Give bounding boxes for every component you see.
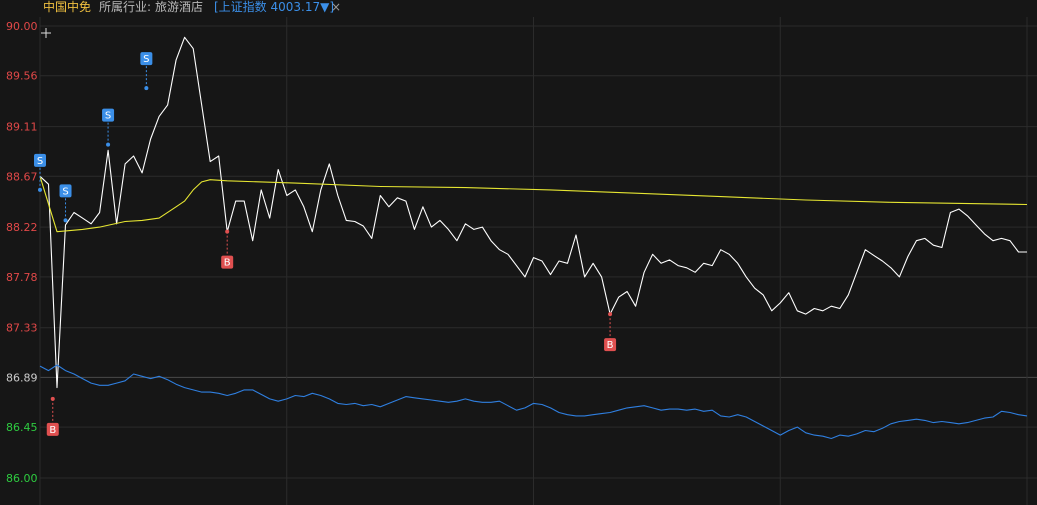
buy-signal-icon[interactable]: B bbox=[221, 229, 234, 269]
signal-letter: S bbox=[62, 186, 68, 197]
signal-letter: S bbox=[143, 54, 149, 65]
signal-letter: B bbox=[224, 258, 231, 269]
price-axis: 90.00 89.56 89.11 88.67 88.22 87.78 87.33 86.89… bbox=[6, 20, 38, 485]
signal-letter: B bbox=[49, 425, 56, 436]
trade-markers: S S S S B B B bbox=[34, 52, 617, 436]
intraday-chart[interactable]: 90.00 89.56 89.11 88.67 88.22 87.78 87.33 86.89… bbox=[0, 0, 1037, 505]
buy-signal-icon[interactable]: B bbox=[46, 396, 59, 436]
y-tick-label: 87.78 bbox=[6, 271, 38, 284]
y-tick-label: 86.00 bbox=[6, 472, 38, 485]
y-tick-label: 90.00 bbox=[6, 20, 38, 33]
y-tick-label: 86.45 bbox=[6, 421, 38, 434]
y-tick-label: 88.67 bbox=[6, 170, 38, 183]
signal-point bbox=[38, 187, 42, 192]
signal-letter: S bbox=[37, 156, 43, 167]
chart-grid bbox=[39, 17, 1037, 505]
signal-point bbox=[225, 229, 230, 234]
y-tick-label: 87.33 bbox=[6, 322, 38, 335]
signal-letter: S bbox=[105, 111, 111, 122]
signal-point bbox=[50, 396, 55, 401]
signal-point bbox=[608, 312, 613, 317]
signal-point bbox=[63, 218, 68, 223]
y-tick-label: 86.89 bbox=[6, 371, 38, 384]
crosshair-cursor-icon bbox=[41, 28, 51, 38]
signal-point bbox=[106, 142, 111, 147]
y-tick-label: 88.22 bbox=[6, 221, 38, 234]
sell-signal-icon[interactable]: S bbox=[59, 184, 72, 223]
y-tick-label: 89.11 bbox=[6, 121, 38, 134]
y-tick-label: 89.56 bbox=[6, 70, 38, 83]
sell-signal-icon[interactable]: S bbox=[140, 52, 153, 91]
sell-signal-icon[interactable]: S bbox=[102, 108, 115, 147]
buy-signal-icon[interactable]: B bbox=[604, 312, 617, 352]
signal-point bbox=[144, 86, 149, 91]
signal-letter: B bbox=[607, 340, 614, 351]
